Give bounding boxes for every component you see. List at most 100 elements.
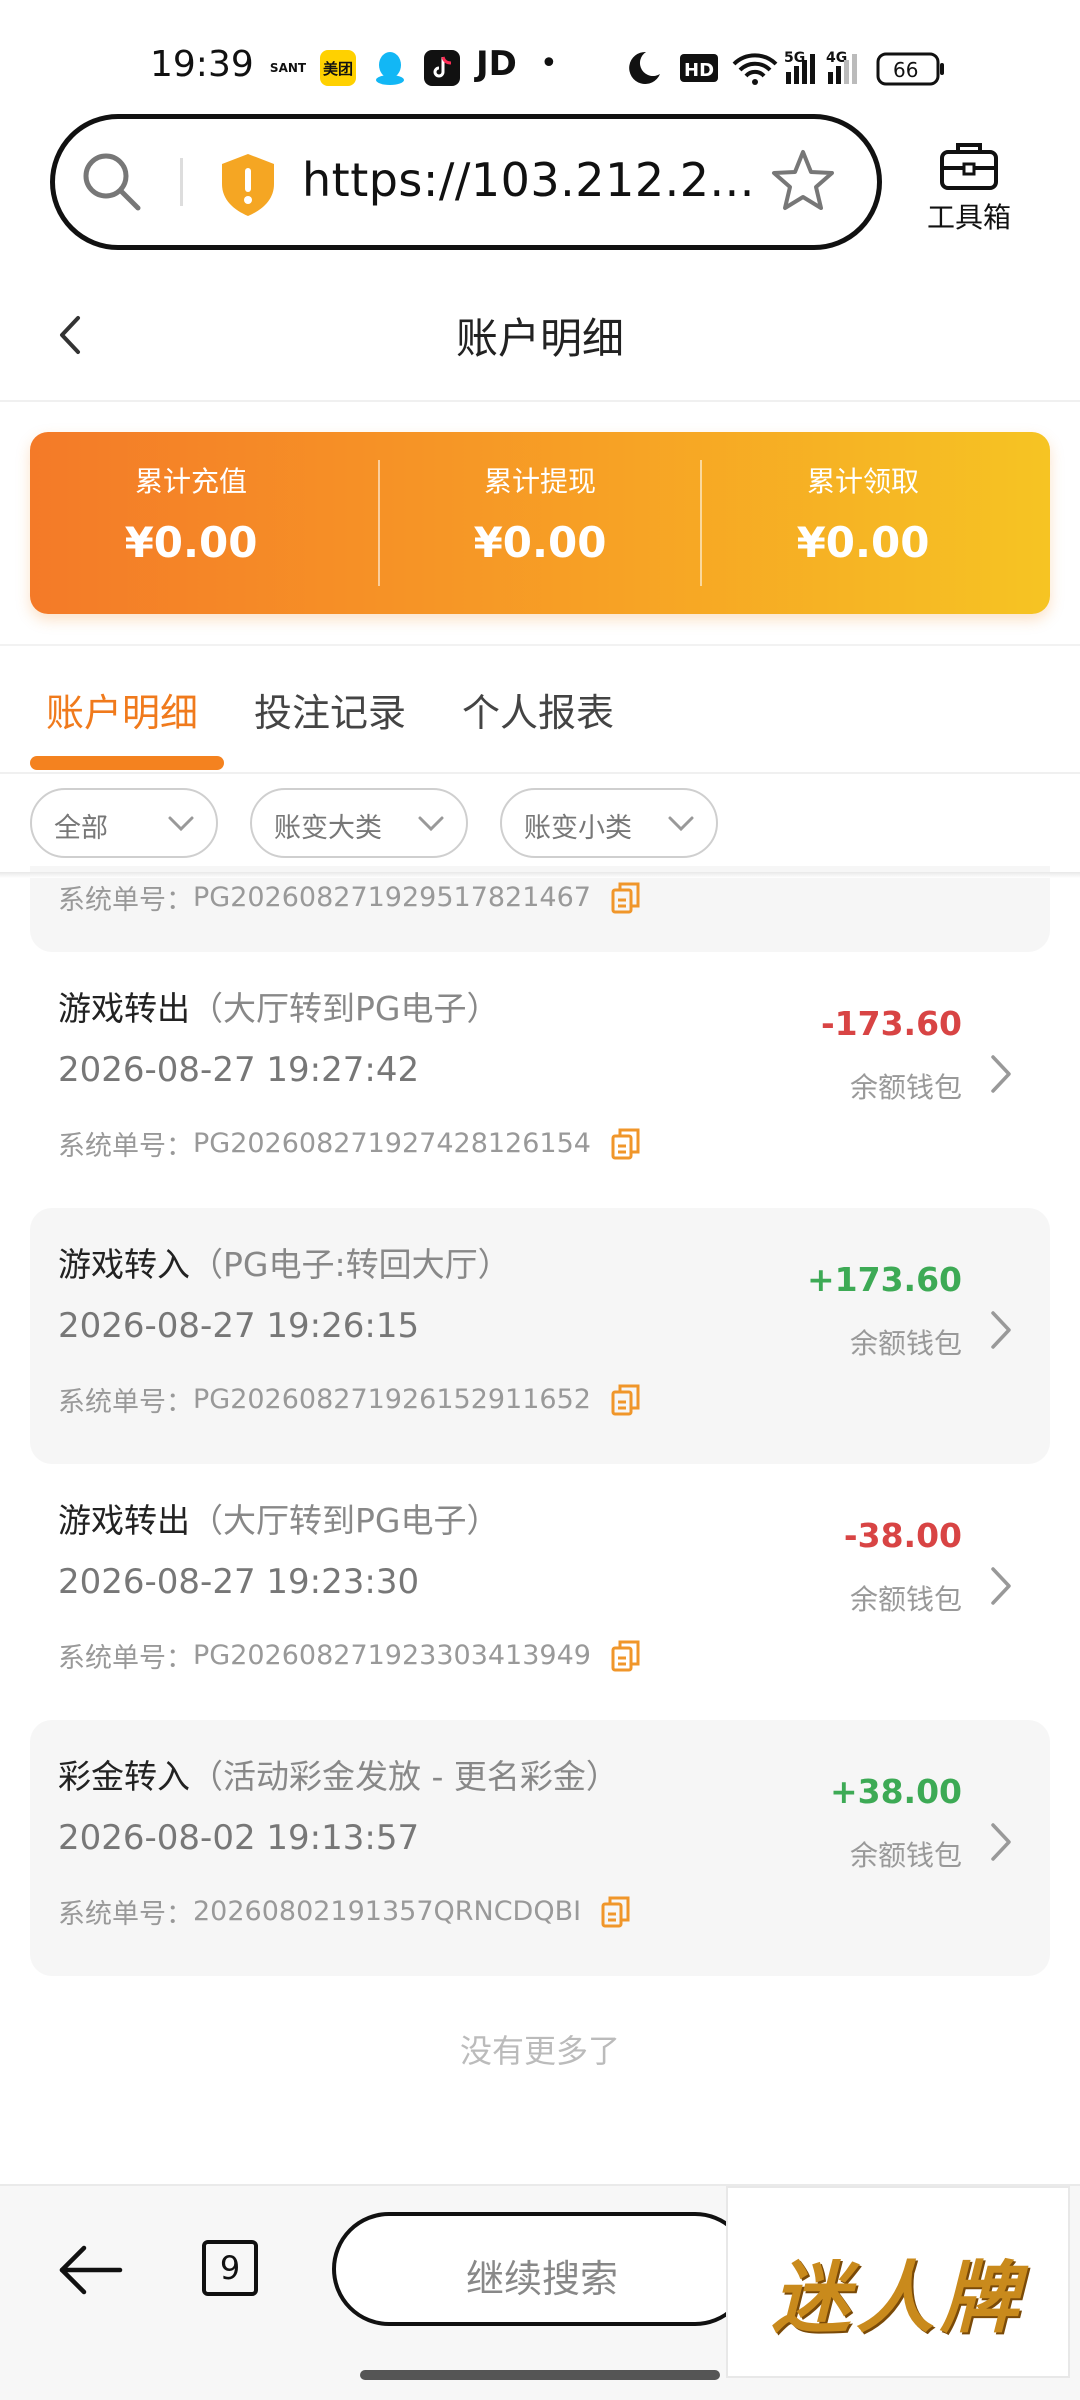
record-subtype: （大厅转到PG电子） (190, 989, 500, 1028)
record-time: 2026-08-02 19:13:57 (58, 1818, 420, 1858)
status-time: 19:39 (150, 44, 254, 85)
sant-app-icon: SANT (269, 61, 307, 75)
record-subtype: （大厅转到PG电子） (190, 1501, 500, 1540)
browser-back-arrow-icon[interactable] (54, 2240, 126, 2300)
record-time: 2026-08-27 19:23:30 (58, 1562, 420, 1602)
security-shield-icon[interactable] (218, 152, 278, 218)
order-prefix: 系统单号： (58, 1131, 193, 1162)
order-prefix: 系统单号： (58, 885, 193, 916)
filter-category-dropdown[interactable]: 账变大类 (250, 788, 468, 858)
filter-shadow (0, 872, 1080, 878)
tab-personal-report[interactable]: 个人报表 (462, 682, 614, 737)
address-divider (180, 158, 183, 206)
summary-withdraw: 累计提现 ¥0.00 (379, 432, 701, 614)
record-amount: +173.60 (807, 1260, 962, 1299)
chevron-right-icon (991, 1311, 1011, 1349)
filter-label: 全部 (54, 813, 108, 844)
tab-divider (0, 772, 1080, 774)
summary-value: ¥0.00 (124, 518, 258, 567)
bookmark-star-icon[interactable] (770, 148, 836, 214)
battery-level: 66 (893, 58, 918, 82)
order-number: 20260802191357QRNCDQBI (193, 1896, 582, 1927)
record-order: 系统单号： PG20260827192330341394​9 (58, 1636, 641, 1675)
order-number: PG20260827192615291165​2 (193, 1384, 591, 1415)
summary-label: 累计充值 (134, 465, 247, 498)
summary-recharge: 累计充值 ¥0.00 (30, 432, 352, 614)
jd-app-icon: JD (476, 44, 517, 84)
record-time: 2026-08-27 19:26:15 (58, 1306, 420, 1346)
summary-value: ¥0.00 (796, 518, 930, 567)
record-amount: -173.60 (820, 1004, 962, 1043)
tab-count-button[interactable]: 9 (202, 2240, 258, 2296)
qq-app-icon (372, 50, 408, 86)
chevron-down-icon (168, 816, 194, 832)
record-title: 游戏转出（大厅转到PG电子） (58, 1494, 499, 1542)
wifi-icon (732, 53, 778, 78)
summary-label: 累计提现 (483, 465, 596, 498)
record-type: 游戏转出 (58, 989, 190, 1028)
chevron-right-icon (991, 1055, 1011, 1093)
list-item[interactable]: 系统单号： PG20260827192951782146​7 (30, 866, 1050, 952)
list-item[interactable]: 游戏转出（大厅转到PG电子） 2026-08-27 19:23:30 系统单号：… (30, 1464, 1050, 1720)
record-order: 系统单号： 20260802191357QRNCDQBI (58, 1892, 631, 1931)
record-title: 游戏转出（大厅转到PG电子） (58, 982, 499, 1030)
page-title: 账户明细 (455, 314, 624, 363)
record-subtype: （PG电子:转回大厅） (190, 1245, 511, 1284)
toolbox-label[interactable]: 工具箱 (924, 196, 1014, 236)
list-item[interactable]: 游戏转入（PG电子:转回大厅） 2026-08-27 19:26:15 系统单号… (30, 1208, 1050, 1464)
record-wallet: 余额钱包 (849, 1327, 962, 1360)
order-number: PG20260827192742812615​4 (193, 1128, 591, 1159)
dnd-moon-icon (629, 51, 660, 84)
filter-label: 账变小类 (524, 813, 632, 844)
record-order: 系统单号： PG20260827192615291165​2 (58, 1380, 641, 1419)
copy-icon[interactable] (611, 1384, 641, 1416)
order-number: PG20260827192330341394​9 (193, 1640, 591, 1671)
tiktok-app-icon (424, 50, 460, 86)
end-of-list-text: 没有更多了 (459, 2032, 620, 2070)
order-prefix: 系统单号： (58, 1899, 193, 1930)
chevron-right-icon (991, 1567, 1011, 1605)
meituan-app-icon: 美团 (320, 50, 356, 86)
record-wallet: 余额钱包 (849, 1071, 962, 1104)
filter-subcategory-dropdown[interactable]: 账变小类 (500, 788, 718, 858)
filter-label: 账变大类 (274, 813, 382, 844)
copy-icon[interactable] (611, 882, 641, 914)
copy-icon[interactable] (611, 1128, 641, 1160)
list-item[interactable]: 游戏转出（大厅转到PG电子） 2026-08-27 19:27:42 系统单号：… (30, 952, 1050, 1208)
search-icon[interactable] (80, 150, 144, 214)
record-wallet: 余额钱包 (849, 1839, 962, 1872)
record-order: 系统单号： PG20260827192742812615​4 (58, 1124, 641, 1163)
section-divider (0, 644, 1080, 646)
hd-text: HD (684, 60, 714, 81)
order-prefix: 系统单号： (58, 1387, 193, 1418)
tab-bet-records[interactable]: 投注记录 (254, 682, 406, 737)
watermark-logo: 迷人牌 (771, 2254, 1024, 2344)
record-subtype: （活动彩金发放 - 更名彩金） (190, 1757, 619, 1796)
active-tab-indicator (30, 756, 224, 770)
copy-icon[interactable] (601, 1896, 631, 1928)
status-indicators: HD 5G 4G 66 (626, 48, 996, 88)
record-amount: -38.00 (843, 1516, 962, 1555)
summary-claimed: 累计领取 ¥0.00 (702, 432, 1024, 614)
toolbox-icon[interactable] (938, 140, 1000, 192)
record-title: 彩金转入（活动彩金发放 - 更名彩金） (58, 1750, 619, 1798)
record-type: 彩金转入 (58, 1757, 190, 1796)
copy-icon[interactable] (611, 1640, 641, 1672)
record-title: 游戏转入（PG电子:转回大厅） (58, 1238, 511, 1286)
header-divider (0, 400, 1080, 402)
chevron-right-icon (991, 1823, 1011, 1861)
chevron-down-icon (418, 816, 444, 832)
tab-account-details[interactable]: 账户明细 (46, 682, 198, 737)
summary-value: ¥0.00 (473, 518, 607, 567)
order-number: PG20260827192951782146​7 (193, 882, 591, 913)
continue-search-label[interactable]: 继续搜索 (332, 2248, 752, 2303)
chevron-down-icon (668, 816, 694, 832)
home-indicator[interactable] (360, 2370, 720, 2380)
record-type: 游戏转入 (58, 1245, 190, 1284)
filter-all-dropdown[interactable]: 全部 (30, 788, 218, 858)
order-prefix: 系统单号： (58, 1643, 193, 1674)
list-item[interactable]: 彩金转入（活动彩金发放 - 更名彩金） 2026-08-02 19:13:57 … (30, 1720, 1050, 1976)
record-amount: +38.00 (829, 1772, 962, 1811)
url-text[interactable]: https://103.212.2... (302, 153, 755, 207)
summary-label: 累计领取 (806, 465, 919, 498)
